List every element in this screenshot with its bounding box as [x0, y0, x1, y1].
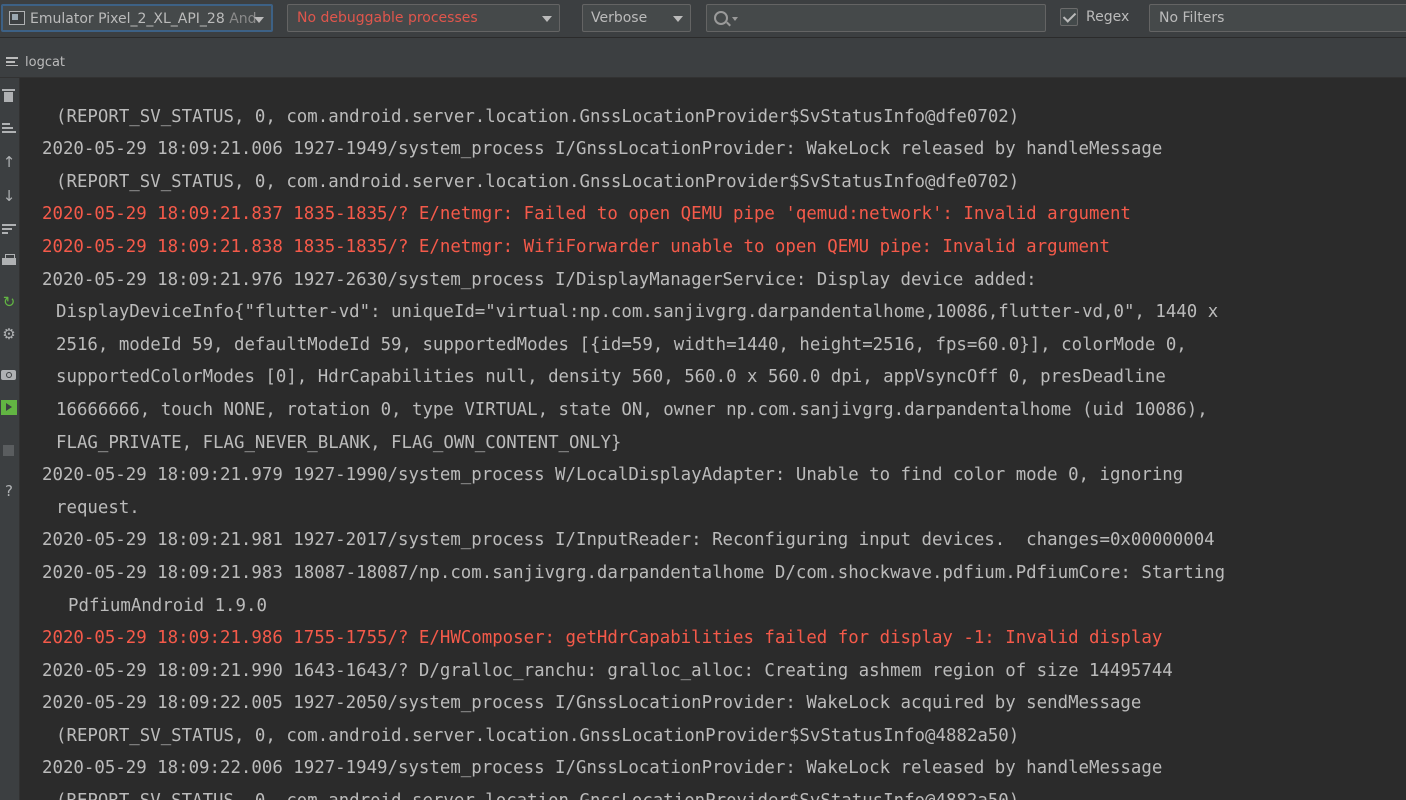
log-line: (REPORT_SV_STATUS, 0, com.android.server…	[21, 785, 1406, 800]
log-line: 2020-05-29 18:09:21.990 1643-1643/? D/gr…	[42, 660, 1173, 681]
log-line: request.	[56, 497, 140, 518]
log-line: (REPORT_SV_STATUS, 0, com.android.server…	[56, 171, 1020, 192]
search-history-caret-icon[interactable]	[732, 17, 738, 21]
logcat-output[interactable]: (REPORT_SV_STATUS, 0, com.android.server…	[21, 79, 1406, 800]
up-arrow-icon[interactable]: ↑	[1, 154, 17, 170]
log-line: (REPORT_SV_STATUS, 0, com.android.server…	[56, 725, 1020, 746]
device-name-suffix: And	[229, 11, 257, 27]
tab-logcat[interactable]: logcat	[6, 55, 65, 70]
search-field[interactable]	[706, 4, 1046, 32]
filter-dropdown[interactable]: No Filters	[1149, 4, 1406, 32]
device-icon	[9, 11, 25, 25]
tab-logcat-label: logcat	[25, 55, 66, 70]
regex-label[interactable]: Regex	[1086, 9, 1129, 25]
log-line: 2020-05-29 18:09:22.006 1927-1949/system…	[42, 758, 1163, 779]
log-line: FLAG_PRIVATE, FLAG_NEVER_BLANK, FLAG_OWN…	[56, 432, 622, 453]
log-line-error: 2020-05-29 18:09:21.986 1755-1755/? E/HW…	[42, 628, 1163, 649]
logcat-toolbar: Emulator Pixel_2_XL_API_28 And No debugg…	[0, 0, 1406, 38]
log-line: PdfiumAndroid 1.9.0	[68, 595, 267, 616]
restart-icon[interactable]: ↻	[1, 294, 17, 310]
log-line: 2020-05-29 18:09:21.979 1927-1990/system…	[42, 465, 1184, 486]
regex-checkbox[interactable]	[1060, 8, 1078, 26]
log-line: 2020-05-29 18:09:21.981 1927-2017/system…	[42, 530, 1215, 551]
log-line: 2020-05-29 18:09:21.976 1927-2630/system…	[42, 269, 1037, 290]
chevron-down-icon	[542, 16, 552, 22]
soft-wrap-icon[interactable]	[1, 221, 17, 237]
log-line: 2020-05-29 18:09:21.983 18087-18087/np.c…	[42, 562, 1226, 583]
settings-icon[interactable]: ⚙	[1, 326, 17, 342]
device-dropdown[interactable]: Emulator Pixel_2_XL_API_28 And	[1, 4, 273, 32]
log-line: supportedColorModes [0], HdrCapabilities…	[56, 367, 1166, 388]
down-arrow-icon[interactable]: ↓	[1, 188, 17, 204]
log-line: 16666666, touch NONE, rotation 0, type V…	[56, 399, 1208, 420]
scroll-to-end-icon[interactable]	[1, 120, 17, 136]
process-dropdown-label: No debuggable processes	[297, 10, 478, 26]
print-icon[interactable]	[1, 253, 17, 269]
device-name: Emulator Pixel_2_XL_API_28	[30, 11, 225, 27]
log-level-label: Verbose	[591, 10, 648, 26]
log-line-error: 2020-05-29 18:09:21.837 1835-1835/? E/ne…	[42, 204, 1131, 225]
screen-capture-icon[interactable]	[1, 366, 17, 382]
lines-icon	[6, 57, 18, 66]
log-line: (REPORT_SV_STATUS, 0, com.android.server…	[56, 106, 1020, 127]
stop-icon[interactable]	[1, 442, 17, 458]
chevron-down-icon	[254, 17, 264, 23]
log-line: 2020-05-29 18:09:21.006 1927-1949/system…	[42, 139, 1163, 160]
process-dropdown[interactable]: No debuggable processes	[287, 4, 560, 32]
search-icon[interactable]	[714, 11, 728, 25]
log-line: DisplayDeviceInfo{"flutter-vd": uniqueId…	[56, 302, 1219, 323]
log-list: (REPORT_SV_STATUS, 0, com.android.server…	[21, 79, 1406, 800]
screen-record-icon[interactable]	[1, 400, 17, 415]
chevron-down-icon	[673, 16, 683, 22]
log-line: 2020-05-29 18:09:22.005 1927-2050/system…	[42, 693, 1142, 714]
tool-window-tabs: logcat	[0, 38, 1406, 78]
help-icon[interactable]: ?	[1, 483, 17, 499]
search-input[interactable]	[741, 7, 1041, 31]
logcat-side-toolbar: ↑ ↓ ↻ ⚙ ?	[0, 78, 20, 800]
log-line: 2516, modeId 59, defaultModeId 59, suppo…	[56, 334, 1187, 355]
filter-dropdown-label: No Filters	[1159, 10, 1225, 26]
trash-icon[interactable]	[1, 88, 17, 104]
log-line-clipped	[21, 79, 1406, 101]
log-level-dropdown[interactable]: Verbose	[582, 4, 691, 32]
log-line-error: 2020-05-29 18:09:21.838 1835-1835/? E/ne…	[42, 236, 1110, 257]
